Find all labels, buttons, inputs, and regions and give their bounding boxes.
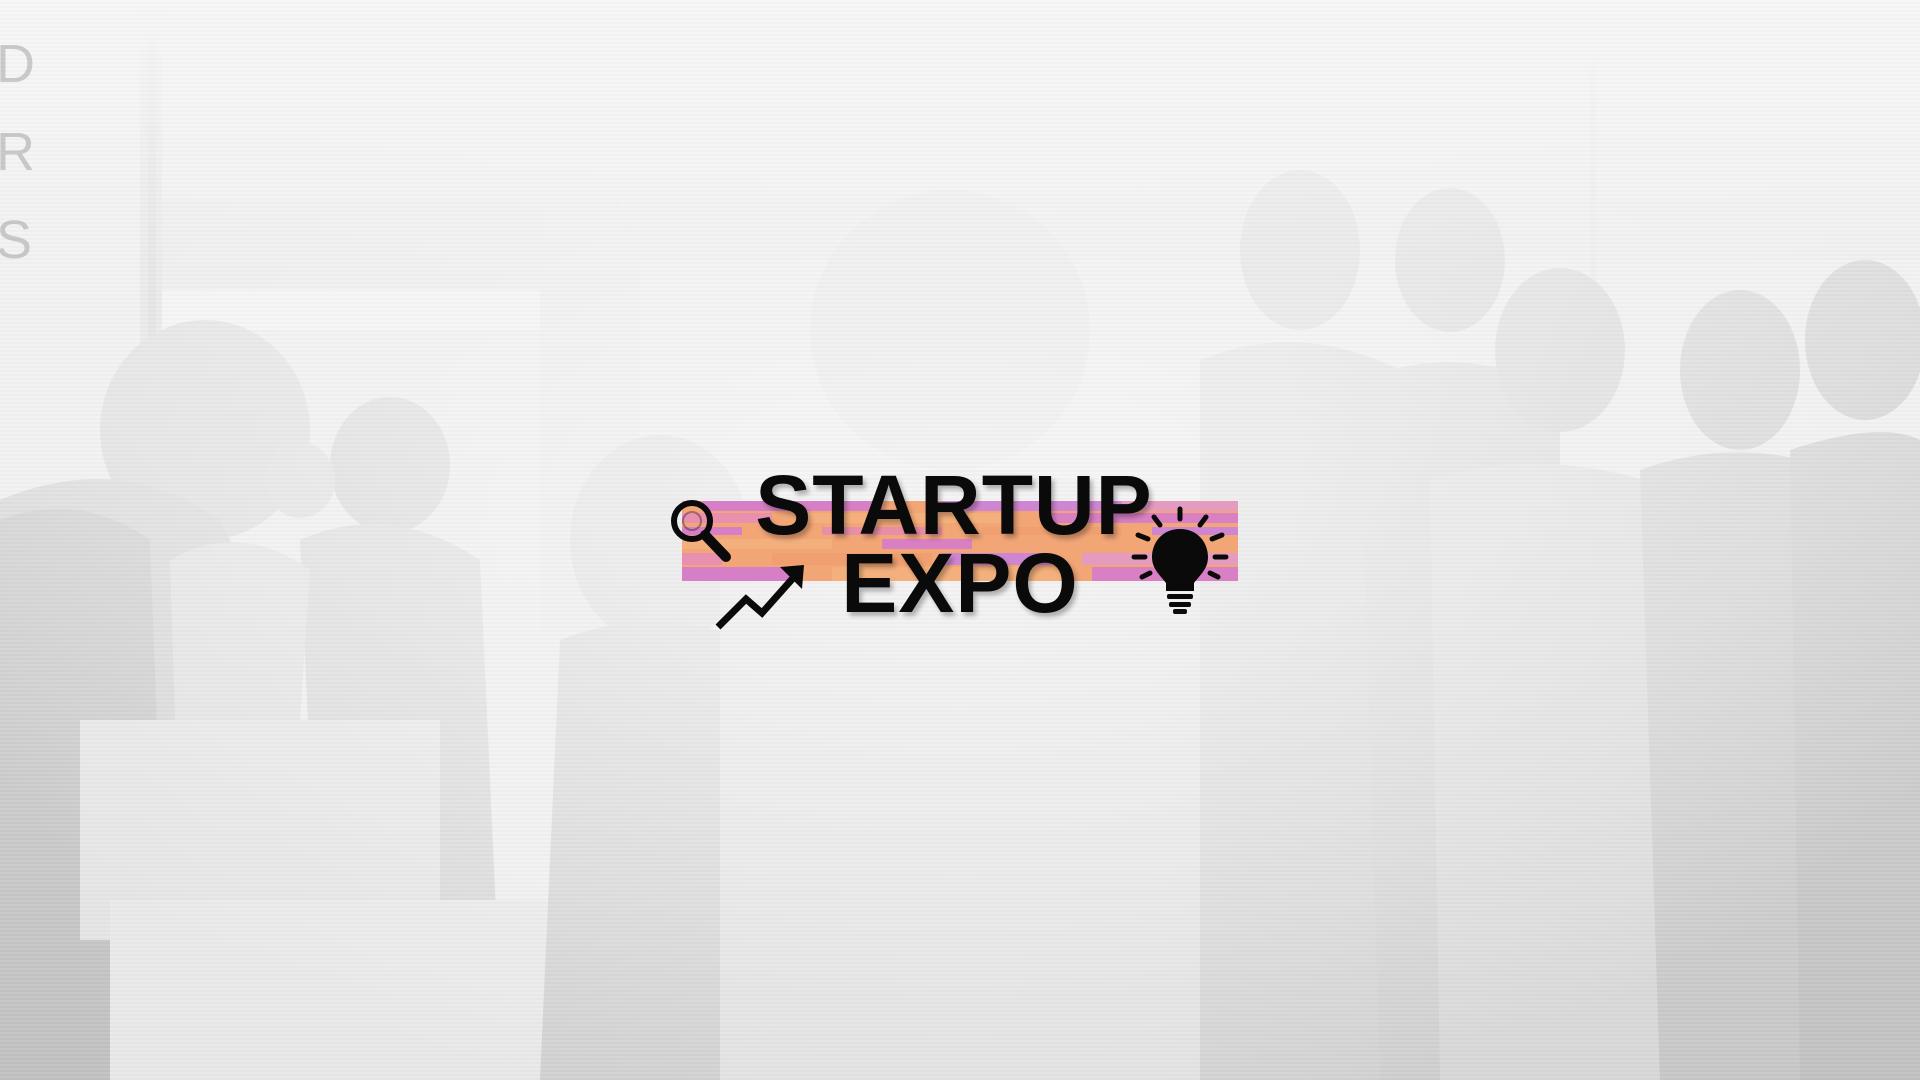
wall-letter: D	[0, 34, 35, 94]
wall-letter: R	[0, 122, 35, 182]
wall-letter: S	[0, 210, 33, 270]
trend-up-arrow-icon	[715, 565, 804, 630]
startup-expo-logo: STARTUP EXPO	[660, 455, 1260, 635]
background-wall-letters: D R S	[0, 20, 36, 284]
light-bulb-icon	[1131, 506, 1229, 614]
slide: D R S STARTUP EXPO	[0, 0, 1920, 1080]
